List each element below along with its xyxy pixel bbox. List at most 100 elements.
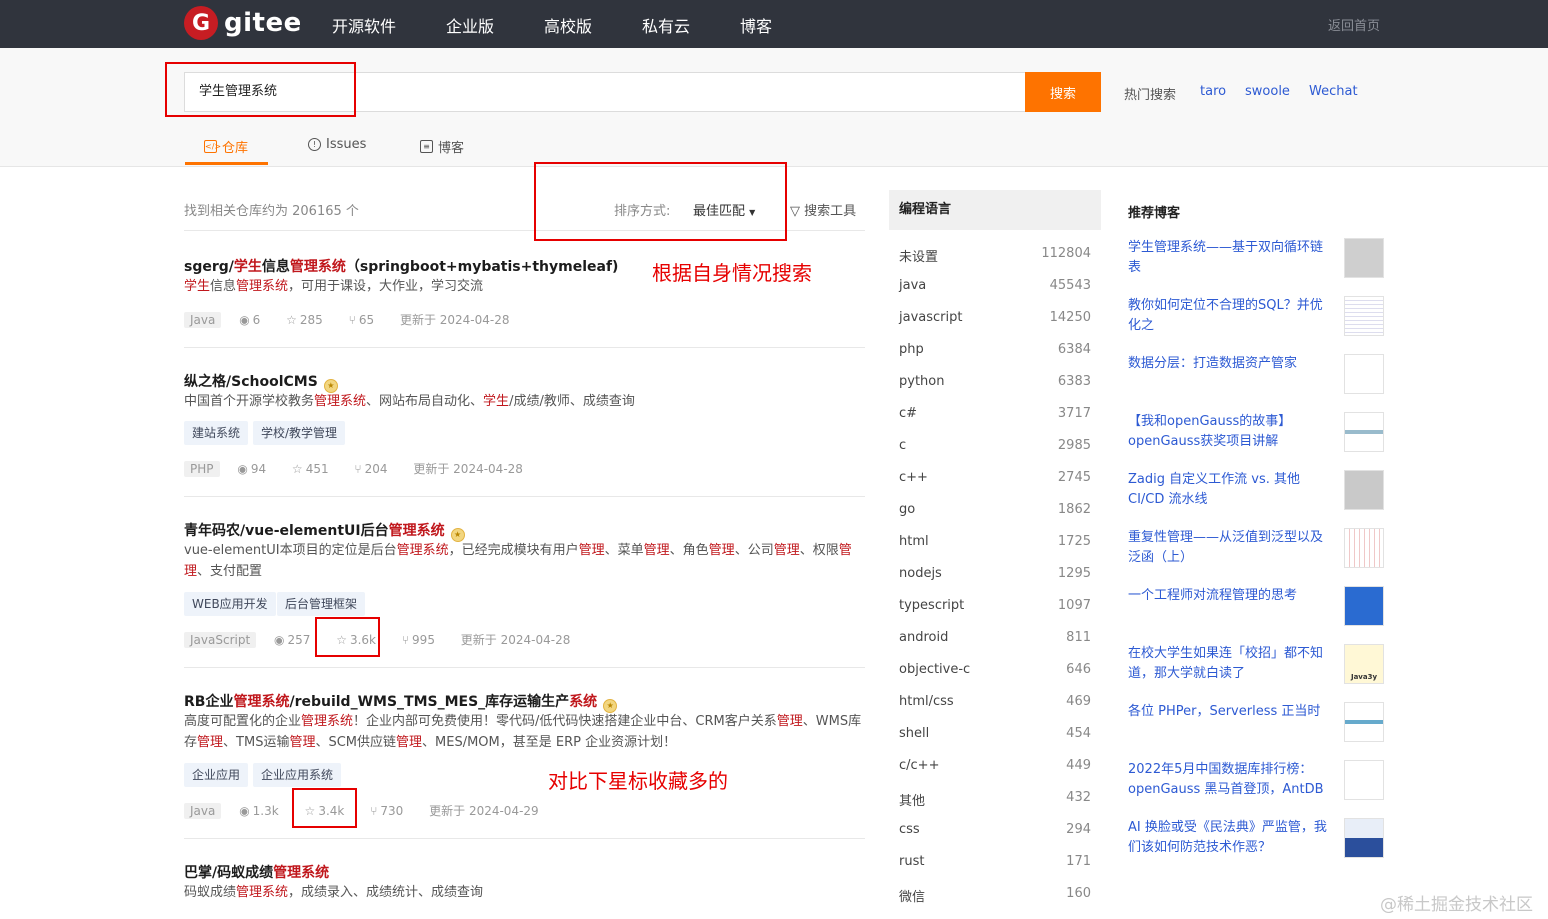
language-filter-item[interactable]: android 811 (899, 630, 1091, 650)
blog-thumbnail-image[interactable] (1344, 470, 1384, 510)
nav-enterprise[interactable]: 企业版 (446, 13, 494, 37)
language-name: java (899, 278, 927, 293)
language-badge[interactable]: Java (184, 803, 222, 819)
blog-thumbnail-image[interactable] (1344, 760, 1384, 800)
nav-private-cloud[interactable]: 私有云 (642, 13, 690, 37)
language-badge[interactable]: PHP (184, 461, 220, 477)
language-name: c++ (899, 470, 928, 485)
nav-open-source[interactable]: 开源软件 (332, 13, 396, 37)
recommended-blog-link[interactable]: 一个工程师对流程管理的思考 (1128, 586, 1328, 606)
recommended-blog-link[interactable]: 数据分层：打造数据资产管家 (1128, 354, 1328, 374)
recommended-blog-link[interactable]: 【我和openGauss的故事】openGauss获奖项目讲解 (1128, 412, 1328, 452)
fork-icon: ⑂ (354, 462, 362, 476)
watch-count: ◉ 94 (237, 462, 266, 476)
recommended-blog-link[interactable]: 各位 PHPer，Serverless 正当时 (1128, 702, 1328, 722)
language-filter-panel: 编程语言 未设置 112804 java 45543 javascript 14250 ph… (889, 190, 1101, 919)
repo-title[interactable]: sgerg/学生信息管理系统（springboot+mybatis+thymel… (184, 256, 618, 276)
recommended-blog-link[interactable]: 重复性管理——从泛值到泛型以及泛函（上） (1128, 528, 1328, 568)
language-filter-item[interactable]: css 294 (899, 822, 1091, 842)
eye-icon: ◉ (237, 462, 248, 476)
search-tools-button[interactable]: ▽ 搜索工具 (790, 200, 856, 219)
recommend-header: 推荐博客 (1128, 206, 1181, 221)
repo-tag[interactable]: 建站系统 (184, 421, 249, 445)
language-count: 1862 (1057, 502, 1091, 517)
divider (184, 347, 865, 348)
nav-blog[interactable]: 博客 (740, 13, 772, 37)
language-filter-item[interactable]: python 6383 (899, 374, 1091, 394)
language-count: 449 (1066, 758, 1091, 773)
tab-issues[interactable]: ! Issues (308, 137, 366, 152)
language-filter-item[interactable]: go 1862 (899, 502, 1091, 522)
search-button[interactable]: 搜索 (1025, 72, 1101, 112)
language-filter-item[interactable]: typescript 1097 (899, 598, 1091, 618)
recommended-blog-link[interactable]: AI 换脸或受《民法典》严监管，我们该如何防范技术作恶？ (1128, 818, 1328, 858)
language-filter-item[interactable]: 其他 432 (899, 790, 1091, 810)
blog-thumbnail-image[interactable] (1344, 818, 1384, 858)
blog-thumbnail-image[interactable] (1344, 528, 1384, 568)
language-count: 14250 (1049, 310, 1091, 325)
recommended-blog-link[interactable]: Zadig 自定义工作流 vs. 其他 CI/CD 流水线 (1128, 470, 1328, 510)
desc-text: 、TMS运输 (223, 735, 290, 750)
language-filter-item[interactable]: shell 454 (899, 726, 1091, 746)
language-filter-item[interactable]: c 2985 (899, 438, 1091, 458)
language-name: html/css (899, 694, 954, 709)
repo-title[interactable]: 巴掌/码蚁成绩管理系统 (184, 862, 329, 882)
desc-text: ！企业内部可免费使用！零代码/低代码快速搭建企业中台、CRM客户关系 (353, 714, 777, 729)
language-filter-item[interactable]: html/css 469 (899, 694, 1091, 714)
repo-tag[interactable]: 企业应用 (184, 763, 249, 787)
language-filter-item[interactable]: javascript 14250 (899, 310, 1091, 330)
language-filter-item[interactable]: c/c++ 449 (899, 758, 1091, 778)
repo-title[interactable]: RB企业管理系统/rebuild_WMS_TMS_MES_库存运输生产系统 ★ (184, 691, 618, 713)
watch-value: 6 (252, 313, 261, 327)
language-filter-item[interactable]: c++ 2745 (899, 470, 1091, 490)
blog-thumbnail-image[interactable] (1344, 238, 1384, 278)
language-count: 171 (1066, 854, 1091, 869)
language-badge[interactable]: Java (184, 312, 222, 328)
language-filter-item[interactable]: rust 171 (899, 854, 1091, 874)
tab-blogs[interactable]: ≡ 博客 (420, 137, 464, 156)
hot-link-taro[interactable]: taro (1200, 84, 1226, 99)
title-text: （springboot+mybatis+thymeleaf) (345, 259, 619, 275)
blog-thumbnail-image[interactable] (1344, 296, 1384, 336)
search-tools-label: 搜索工具 (804, 204, 857, 219)
recommended-blog-link[interactable]: 在校大学生如果连「校招」都不知道，那大学就白读了 (1128, 644, 1328, 684)
desc-highlight: 管理系统 (396, 543, 449, 558)
repo-tag[interactable]: 后台管理框架 (277, 592, 366, 616)
language-filter-item[interactable]: java 45543 (899, 278, 1091, 298)
gitee-logo[interactable]: G gitee (184, 6, 302, 40)
blog-thumbnail-image[interactable]: Java3y (1344, 644, 1384, 684)
recommended-blog-link[interactable]: 2022年5月中国数据库排行榜：openGauss 黑马首登顶，AntDB (1128, 760, 1328, 800)
repo-title[interactable]: 青年码农/vue-elementUI后台管理系统 ★ (184, 520, 465, 542)
repo-tag[interactable]: 企业应用系统 (253, 763, 342, 787)
language-count: 469 (1066, 694, 1091, 709)
title-highlight: 管理系统 (388, 523, 445, 539)
repo-tag[interactable]: WEB应用开发 (184, 592, 276, 616)
desc-text: 码蚁成绩 (184, 885, 237, 900)
blog-thumbnail-image[interactable] (1344, 702, 1384, 742)
language-filter-item[interactable]: objective-c 646 (899, 662, 1091, 682)
language-filter-item[interactable]: 未设置 112804 (899, 246, 1091, 266)
repo-tag[interactable]: 学校/教学管理 (253, 421, 346, 445)
updated-date: 更新于 2024-04-28 (413, 462, 523, 476)
tab-repositories[interactable]: </> 仓库 (204, 137, 248, 156)
back-home-link[interactable]: 返回首页 (1328, 15, 1380, 34)
language-filter-item[interactable]: c# 3717 (899, 406, 1091, 426)
watch-count: ◉ 257 (274, 633, 310, 647)
language-filter-item[interactable]: html 1725 (899, 534, 1091, 554)
language-badge[interactable]: JavaScript (184, 632, 257, 648)
recommended-blog-link[interactable]: 教你如何定位不合理的SQL？并优化之 (1128, 296, 1328, 336)
hot-link-swoole[interactable]: swoole (1245, 84, 1290, 99)
repo-meta: Java ◉ 6 ☆ 285 ⑂ 65 更新于 2024-04-28 (184, 311, 532, 329)
language-filter-item[interactable]: 微信 160 (899, 886, 1091, 906)
hot-link-wechat[interactable]: Wechat (1309, 84, 1358, 99)
blog-thumbnail-image[interactable] (1344, 412, 1384, 452)
title-text: 青年码农/vue-elementUI后台 (184, 523, 389, 539)
recommended-blog-link[interactable]: 学生管理系统——基于双向循环链表 (1128, 238, 1328, 278)
language-filter-item[interactable]: php 6384 (899, 342, 1091, 362)
title-text: 纵之格/SchoolCMS (184, 374, 318, 390)
nav-education[interactable]: 高校版 (544, 13, 592, 37)
language-filter-item[interactable]: nodejs 1295 (899, 566, 1091, 586)
blog-thumbnail-image[interactable] (1344, 586, 1384, 626)
blog-thumbnail-image[interactable] (1344, 354, 1384, 394)
repo-title[interactable]: 纵之格/SchoolCMS ★ (184, 371, 338, 393)
